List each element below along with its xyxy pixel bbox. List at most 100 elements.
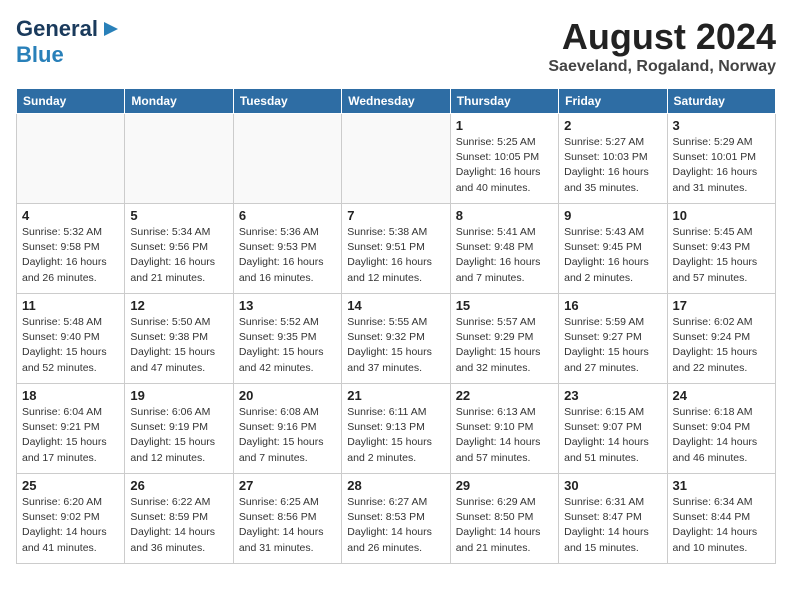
month-title: August 2024 [548,16,776,58]
day-number: 7 [347,208,444,223]
day-number: 17 [673,298,770,313]
day-number: 2 [564,118,661,133]
day-info: Sunrise: 5:32 AM Sunset: 9:58 PM Dayligh… [22,225,119,286]
calendar-cell: 15 Sunrise: 5:57 AM Sunset: 9:29 PM Dayli… [450,294,558,384]
day-number: 21 [347,388,444,403]
day-number: 25 [22,478,119,493]
day-info: Sunrise: 6:29 AM Sunset: 8:50 PM Dayligh… [456,495,553,556]
calendar-cell: 22 Sunrise: 6:13 AM Sunset: 9:10 PM Dayli… [450,384,558,474]
day-number: 6 [239,208,336,223]
calendar-cell: 14Sunrise: 5:55 AM Sunset: 9:32 PM Dayli… [342,294,450,384]
logo-general: General [16,16,98,42]
day-number: 22 [456,388,553,403]
day-info: Sunrise: 5:52 AM Sunset: 9:35 PM Dayligh… [239,315,336,376]
calendar-header-wednesday: Wednesday [342,89,450,114]
day-info: Sunrise: 5:45 AM Sunset: 9:43 PM Dayligh… [673,225,770,286]
day-number: 14 [347,298,444,313]
calendar-cell: 21 Sunrise: 6:11 AM Sunset: 9:13 PM Dayli… [342,384,450,474]
calendar-cell: 6 Sunrise: 5:36 AM Sunset: 9:53 PM Daylig… [233,204,341,294]
calendar-cell: 27 Sunrise: 6:25 AM Sunset: 8:56 PM Dayli… [233,474,341,564]
day-info: Sunrise: 5:38 AM Sunset: 9:51 PM Dayligh… [347,225,444,286]
logo: General Blue [16,16,122,68]
calendar-cell: 16Sunrise: 5:59 AM Sunset: 9:27 PM Dayli… [559,294,667,384]
calendar-header-monday: Monday [125,89,233,114]
calendar-cell: 4 Sunrise: 5:32 AM Sunset: 9:58 PM Daylig… [17,204,125,294]
calendar-cell: 23Sunrise: 6:15 AM Sunset: 9:07 PM Dayli… [559,384,667,474]
day-info: Sunrise: 5:27 AM Sunset: 10:03 PM Daylig… [564,135,661,196]
day-info: Sunrise: 6:04 AM Sunset: 9:21 PM Dayligh… [22,405,119,466]
day-info: Sunrise: 6:08 AM Sunset: 9:16 PM Dayligh… [239,405,336,466]
day-info: Sunrise: 5:41 AM Sunset: 9:48 PM Dayligh… [456,225,553,286]
day-info: Sunrise: 6:06 AM Sunset: 9:19 PM Dayligh… [130,405,227,466]
calendar-cell: 30 Sunrise: 6:31 AM Sunset: 8:47 PM Dayli… [559,474,667,564]
calendar-header-friday: Friday [559,89,667,114]
day-number: 9 [564,208,661,223]
week-row-1: 1Sunrise: 5:25 AM Sunset: 10:05 PM Dayli… [17,114,776,204]
day-info: Sunrise: 5:50 AM Sunset: 9:38 PM Dayligh… [130,315,227,376]
day-number: 27 [239,478,336,493]
week-row-3: 11 Sunrise: 5:48 AM Sunset: 9:40 PM Dayli… [17,294,776,384]
calendar-header-sunday: Sunday [17,89,125,114]
calendar-cell: 1Sunrise: 5:25 AM Sunset: 10:05 PM Dayli… [450,114,558,204]
day-info: Sunrise: 6:13 AM Sunset: 9:10 PM Dayligh… [456,405,553,466]
day-number: 31 [673,478,770,493]
day-number: 24 [673,388,770,403]
day-info: Sunrise: 6:11 AM Sunset: 9:13 PM Dayligh… [347,405,444,466]
day-info: Sunrise: 6:25 AM Sunset: 8:56 PM Dayligh… [239,495,336,556]
day-info: Sunrise: 6:22 AM Sunset: 8:59 PM Dayligh… [130,495,227,556]
calendar-header-saturday: Saturday [667,89,775,114]
calendar-header-thursday: Thursday [450,89,558,114]
day-info: Sunrise: 5:36 AM Sunset: 9:53 PM Dayligh… [239,225,336,286]
week-row-5: 25 Sunrise: 6:20 AM Sunset: 9:02 PM Dayli… [17,474,776,564]
day-info: Sunrise: 6:15 AM Sunset: 9:07 PM Dayligh… [564,405,661,466]
calendar-header-row: SundayMondayTuesdayWednesdayThursdayFrid… [17,89,776,114]
day-info: Sunrise: 5:29 AM Sunset: 10:01 PM Daylig… [673,135,770,196]
day-info: Sunrise: 6:18 AM Sunset: 9:04 PM Dayligh… [673,405,770,466]
day-number: 16 [564,298,661,313]
day-info: Sunrise: 5:34 AM Sunset: 9:56 PM Dayligh… [130,225,227,286]
logo-arrow-icon [100,18,122,40]
location-title: Saeveland, Rogaland, Norway [548,58,776,76]
day-number: 15 [456,298,553,313]
calendar-cell: 12Sunrise: 5:50 AM Sunset: 9:38 PM Dayli… [125,294,233,384]
calendar-cell: 29Sunrise: 6:29 AM Sunset: 8:50 PM Dayli… [450,474,558,564]
title-area: August 2024 Saeveland, Rogaland, Norway [548,16,776,76]
day-info: Sunrise: 6:02 AM Sunset: 9:24 PM Dayligh… [673,315,770,376]
calendar-cell: 18 Sunrise: 6:04 AM Sunset: 9:21 PM Dayli… [17,384,125,474]
day-number: 18 [22,388,119,403]
calendar-cell [17,114,125,204]
calendar: SundayMondayTuesdayWednesdayThursdayFrid… [16,88,776,564]
day-number: 26 [130,478,227,493]
day-number: 8 [456,208,553,223]
calendar-cell: 13 Sunrise: 5:52 AM Sunset: 9:35 PM Dayli… [233,294,341,384]
week-row-4: 18 Sunrise: 6:04 AM Sunset: 9:21 PM Dayli… [17,384,776,474]
calendar-cell: 31 Sunrise: 6:34 AM Sunset: 8:44 PM Dayli… [667,474,775,564]
day-number: 4 [22,208,119,223]
day-number: 1 [456,118,553,133]
calendar-cell: 28Sunrise: 6:27 AM Sunset: 8:53 PM Dayli… [342,474,450,564]
day-info: Sunrise: 5:57 AM Sunset: 9:29 PM Dayligh… [456,315,553,376]
logo-blue: Blue [16,42,64,68]
day-number: 10 [673,208,770,223]
day-number: 5 [130,208,227,223]
calendar-cell: 3Sunrise: 5:29 AM Sunset: 10:01 PM Dayli… [667,114,775,204]
day-number: 20 [239,388,336,403]
calendar-cell: 19Sunrise: 6:06 AM Sunset: 9:19 PM Dayli… [125,384,233,474]
day-number: 28 [347,478,444,493]
calendar-cell: 8 Sunrise: 5:41 AM Sunset: 9:48 PM Daylig… [450,204,558,294]
day-info: Sunrise: 6:34 AM Sunset: 8:44 PM Dayligh… [673,495,770,556]
calendar-cell [233,114,341,204]
calendar-cell: 9 Sunrise: 5:43 AM Sunset: 9:45 PM Daylig… [559,204,667,294]
day-info: Sunrise: 5:43 AM Sunset: 9:45 PM Dayligh… [564,225,661,286]
day-number: 13 [239,298,336,313]
day-info: Sunrise: 5:48 AM Sunset: 9:40 PM Dayligh… [22,315,119,376]
calendar-cell: 11 Sunrise: 5:48 AM Sunset: 9:40 PM Dayli… [17,294,125,384]
day-number: 30 [564,478,661,493]
calendar-cell: 17 Sunrise: 6:02 AM Sunset: 9:24 PM Dayli… [667,294,775,384]
calendar-cell: 24 Sunrise: 6:18 AM Sunset: 9:04 PM Dayli… [667,384,775,474]
day-info: Sunrise: 6:31 AM Sunset: 8:47 PM Dayligh… [564,495,661,556]
day-number: 11 [22,298,119,313]
calendar-cell: 2 Sunrise: 5:27 AM Sunset: 10:03 PM Dayli… [559,114,667,204]
day-info: Sunrise: 6:20 AM Sunset: 9:02 PM Dayligh… [22,495,119,556]
header: General Blue August 2024 Saeveland, Roga… [16,16,776,76]
